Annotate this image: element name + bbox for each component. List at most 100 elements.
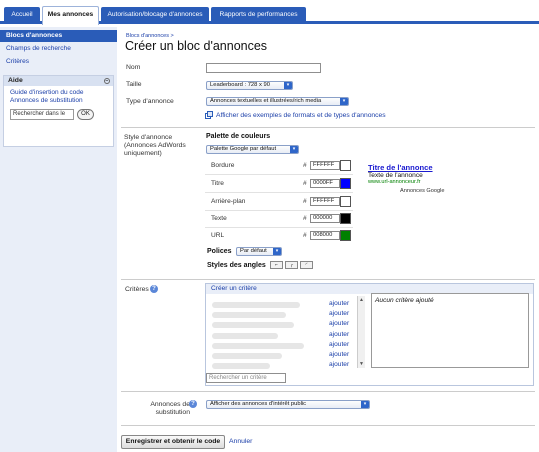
chevron-down-icon: ▾ [340, 98, 348, 105]
color-label-url: URL [211, 232, 225, 239]
create-criterion-link[interactable]: Créer un critère [211, 285, 257, 292]
help-search-input[interactable]: Rechercher dans le [10, 109, 74, 120]
color-swatch-texte[interactable] [340, 213, 351, 224]
preview-title: Titre de l'annonce [368, 163, 433, 172]
hash-symbol: # [303, 215, 307, 222]
sidebar-item-champs-recherche[interactable]: Champs de recherche [0, 43, 117, 55]
divider [121, 391, 535, 392]
taille-select[interactable]: Leaderboard : 728 x 90 ▾ [206, 81, 293, 90]
substitution-select[interactable]: Afficher des annonces d'intérêt public ▾ [206, 400, 370, 409]
corner-square-button[interactable]: ⌐ [270, 261, 283, 269]
added-criteria-box: Aucun critère ajouté [371, 293, 529, 368]
chevron-down-icon: ▾ [273, 248, 281, 255]
ajouter-link[interactable]: ajouter [329, 331, 349, 338]
hex-input-texte[interactable]: 000000 [310, 214, 340, 223]
color-swatch-arriere-plan[interactable] [340, 196, 351, 207]
help-icon[interactable]: ? [189, 400, 197, 408]
type-value: Annonces textuelles et illustrées/rich m… [210, 98, 322, 104]
tab-rapports[interactable]: Rapports de performances [211, 7, 306, 24]
polices-select[interactable]: Par défaut ▾ [236, 247, 282, 256]
hash-symbol: # [303, 180, 307, 187]
polices-value: Par défaut [240, 248, 267, 254]
help-icon[interactable]: ? [150, 285, 158, 293]
hex-input-arriere-plan[interactable]: FFFFFF [310, 197, 340, 206]
criteria-search-input[interactable]: Rechercher un critère [206, 373, 286, 383]
blurred-criterion [212, 353, 282, 359]
blurred-criterion [212, 302, 300, 308]
help-link-substitution[interactable]: Annonces de substitution [4, 97, 113, 105]
divider [121, 425, 535, 426]
help-ok-button[interactable]: OK [77, 109, 94, 120]
chevron-down-icon: ▾ [361, 401, 369, 408]
color-swatch-bordure[interactable] [340, 160, 351, 171]
help-title: Aide [8, 77, 23, 84]
type-select[interactable]: Annonces textuelles et illustrées/rich m… [206, 97, 349, 106]
hash-symbol: # [303, 198, 307, 205]
no-criteria-text: Aucun critère ajouté [375, 297, 434, 304]
preview-text: Texte de l'annonce [368, 172, 423, 179]
color-label-arriere-plan: Arrière-plan [211, 198, 246, 205]
blurred-criterion [212, 322, 294, 328]
ajouter-link[interactable]: ajouter [329, 341, 349, 348]
substitution-value: Afficher des annonces d'intérêt public [210, 401, 307, 407]
sidebar: Blocs d'annonces Champs de recherche Cri… [0, 27, 117, 452]
sidebar-item-criteres[interactable]: Critères [0, 56, 117, 68]
taille-label: Taille [126, 81, 142, 88]
cancel-link[interactable]: Annuler [229, 438, 252, 445]
preview-url: www.url-annonceur.fr [368, 179, 421, 185]
nom-label: Nom [126, 64, 141, 71]
examples-icon [205, 111, 213, 119]
examples-link[interactable]: Afficher des exemples de formats et de t… [216, 112, 386, 119]
ajouter-link[interactable]: ajouter [329, 300, 349, 307]
scroll-up-icon[interactable]: ▲ [359, 297, 364, 303]
criteres-label: Critères [125, 286, 149, 293]
corner-round-button[interactable]: ◜ [300, 261, 313, 269]
palette-select[interactable]: Palette Google par défaut ▾ [206, 145, 299, 154]
palette-value: Palette Google par défaut [210, 146, 277, 152]
polices-label: Polices [207, 248, 232, 255]
style-label: Style d'annonce (Annonces AdWords unique… [124, 134, 186, 157]
criteria-scrollbar[interactable]: ▲ ▼ [357, 296, 365, 368]
help-header: Aide − [4, 76, 113, 86]
blurred-criterion [212, 343, 304, 349]
nom-input[interactable] [206, 63, 321, 73]
color-swatch-url[interactable] [340, 230, 351, 241]
save-button[interactable]: Enregistrer et obtenir le code [121, 435, 225, 449]
taille-value: Leaderboard : 728 x 90 [210, 82, 270, 88]
collapse-icon[interactable]: − [104, 78, 110, 84]
page-title: Créer un bloc d'annonces [125, 39, 268, 53]
sidebar-item-blocs-annonces[interactable]: Blocs d'annonces [0, 30, 117, 42]
divider [121, 127, 535, 128]
help-link-guide[interactable]: Guide d'insertion du code [4, 89, 113, 97]
chevron-down-icon: ▾ [284, 82, 292, 89]
blurred-criterion [212, 363, 270, 369]
hex-input-url[interactable]: 008000 [310, 231, 340, 240]
hex-input-bordure[interactable]: FFFFFF [310, 161, 340, 170]
row-divider [205, 227, 353, 228]
ajouter-link[interactable]: ajouter [329, 361, 349, 368]
scroll-down-icon[interactable]: ▼ [359, 361, 364, 367]
corner-slight-button[interactable]: ╭ [285, 261, 298, 269]
top-tab-bar: Accueil Mes annonces Autorisation/blocag… [0, 0, 539, 25]
ajouter-link[interactable]: ajouter [329, 320, 349, 327]
type-label: Type d'annonce [126, 98, 174, 105]
row-divider [205, 192, 353, 193]
color-swatch-titre[interactable] [340, 178, 351, 189]
ajouter-link[interactable]: ajouter [329, 351, 349, 358]
chevron-down-icon: ▾ [290, 146, 298, 153]
hex-input-titre[interactable]: 0000FF [310, 179, 340, 188]
color-label-titre: Titre [211, 180, 224, 187]
tab-autorisation-blocage[interactable]: Autorisation/blocage d'annonces [101, 7, 209, 24]
tab-accueil[interactable]: Accueil [4, 7, 40, 24]
help-box: Aide − Guide d'insertion du code Annonce… [3, 75, 114, 147]
blurred-criterion [212, 333, 278, 339]
ajouter-link[interactable]: ajouter [329, 310, 349, 317]
hash-symbol: # [303, 162, 307, 169]
hash-symbol: # [303, 232, 307, 239]
row-divider [205, 210, 353, 211]
angles-label: Styles des angles [207, 262, 266, 269]
preview-attribution: Annonces Google [400, 188, 445, 194]
divider [121, 279, 535, 280]
tab-mes-annonces[interactable]: Mes annonces [42, 6, 99, 25]
color-label-texte: Texte [211, 215, 227, 222]
